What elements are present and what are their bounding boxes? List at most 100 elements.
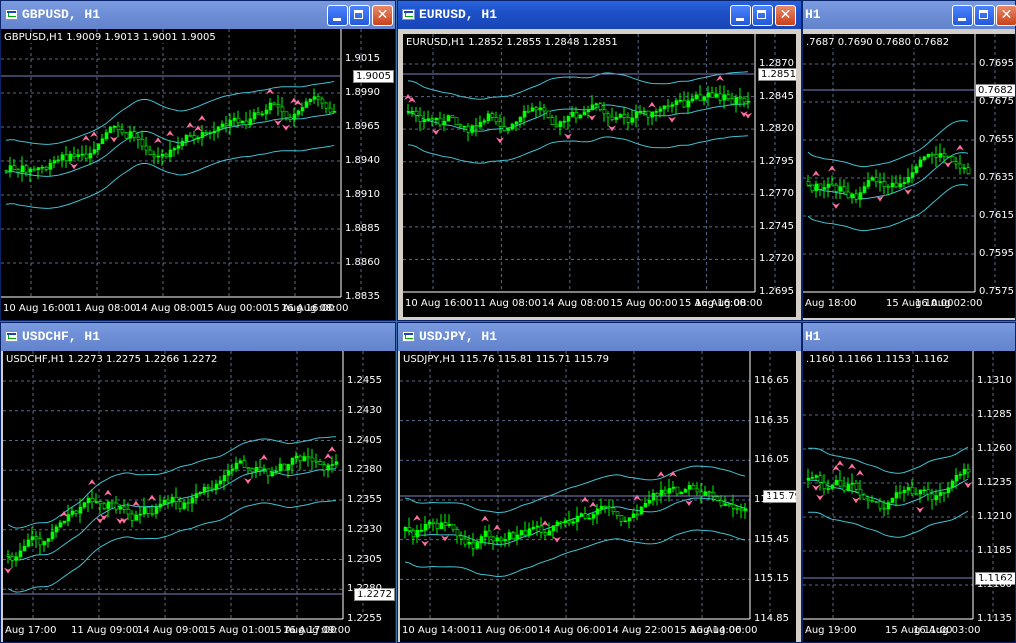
candle-body — [28, 168, 33, 173]
chart-window-usdjpy[interactable]: USDJPY, H1 USDJPY,H1 115.76 115.81 115.7… — [397, 322, 802, 643]
candle-body — [946, 155, 951, 158]
candle-body — [96, 143, 101, 150]
candle-body — [650, 111, 655, 118]
time-tick-label: 15 Aug 00:00 — [201, 303, 269, 314]
candle-body — [288, 117, 293, 120]
title-bar[interactable]: H1 ✕ — [803, 1, 1016, 29]
candle-body — [834, 480, 839, 486]
price-tick-label: 1.1160 — [977, 579, 1012, 590]
candle-body — [942, 492, 947, 494]
candle-body — [6, 554, 11, 557]
fractal-up-marker — [812, 170, 820, 177]
candle-body — [134, 514, 139, 521]
candle-body — [160, 153, 165, 157]
candle-body — [914, 166, 919, 173]
chart-plot-area[interactable]: USDJPY,H1 115.76 115.81 115.71 115.79 11… — [400, 351, 796, 642]
chart-plot-area[interactable]: USDCHF,H1 1.2273 1.2275 1.2266 1.2272 1.… — [3, 351, 395, 642]
price-tick-label: 1.2280 — [347, 583, 382, 595]
candle-body — [902, 489, 907, 493]
minimize-button[interactable] — [730, 5, 751, 26]
candle-body — [268, 102, 273, 111]
minimize-button[interactable] — [327, 5, 348, 26]
candle-body — [842, 186, 847, 193]
candle-body — [74, 510, 79, 514]
candle-body — [918, 159, 923, 167]
candles — [806, 143, 971, 208]
price-tick-label: 1.1185 — [977, 545, 1012, 556]
candle-body — [850, 193, 855, 199]
candle-body — [578, 114, 583, 119]
fractal-down-marker — [668, 116, 676, 123]
candle-body — [627, 517, 632, 522]
candle-body — [178, 501, 183, 509]
close-button[interactable]: ✕ — [775, 5, 796, 26]
chart-plot-area[interactable]: .7687 0.7690 0.7680 0.7682 0.7682 0.7695… — [803, 34, 1015, 318]
maximize-button[interactable] — [752, 5, 773, 26]
middle-bollinger-band — [7, 468, 337, 561]
candle-body — [411, 530, 416, 538]
window-title: USDCHF, H1 — [22, 329, 101, 344]
title-bar[interactable]: GBPUSD, H1 ✕ — [1, 1, 395, 29]
close-button[interactable]: ✕ — [996, 5, 1016, 26]
candle-body — [926, 153, 931, 158]
candle-body — [874, 177, 879, 183]
chart-plot-area[interactable]: GBPUSD,H1 1.9009 1.9013 1.9001 1.9005 1.… — [1, 29, 395, 320]
candle-body — [563, 520, 568, 524]
candle-body — [176, 145, 181, 149]
price-chart-svg — [803, 351, 994, 620]
minimize-button[interactable] — [952, 5, 973, 26]
fractal-down-marker — [282, 124, 290, 131]
candle-body — [946, 487, 951, 493]
chart-plot-area[interactable]: .1160 1.1166 1.1153 1.1162 1.1162 1.1310… — [803, 351, 1015, 642]
price-tick-label: 1.2795 — [759, 155, 794, 167]
candle-body — [566, 116, 571, 122]
candle-body — [494, 117, 499, 123]
candle-body — [507, 532, 512, 540]
maximize-button[interactable] — [349, 5, 370, 26]
candle-body — [122, 506, 127, 510]
candle-body — [654, 111, 659, 113]
candle-body — [154, 507, 159, 514]
price-tick-label: 1.2720 — [759, 253, 794, 265]
candle-body — [264, 109, 269, 115]
candle-body — [162, 499, 167, 505]
candle-body — [683, 489, 688, 493]
fractal-up-marker — [493, 524, 501, 531]
chart-window-partial-top-right[interactable]: H1 ✕ .7687 0.7690 0.7680 0.7682 0.7682 0… — [802, 0, 1016, 321]
maximize-button[interactable] — [974, 5, 995, 26]
title-bar[interactable]: H1 — [803, 323, 1015, 351]
candle-body — [180, 140, 185, 147]
time-tick-label: 14 Aug 08:00 — [541, 298, 610, 309]
time-tick-label: 11 Aug 08:00 — [473, 298, 541, 309]
candle-body — [266, 468, 271, 477]
chart-plot-area[interactable]: EURUSD,H1 1.2852 1.2855 1.2848 1.2851 1.… — [403, 34, 796, 317]
chart-window-eurusd[interactable]: EURUSD, H1 ✕ EURUSD,H1 1.2852 1.2855 1.2… — [397, 0, 802, 321]
candle-body — [102, 503, 107, 509]
candle-body — [298, 455, 303, 462]
candle-body — [538, 107, 543, 111]
candle-body — [312, 96, 317, 100]
title-bar[interactable]: USDJPY, H1 — [398, 323, 801, 351]
title-bar[interactable]: EURUSD, H1 ✕ — [398, 1, 801, 29]
chart-window-usdchf[interactable]: USDCHF, H1 USDCHF,H1 1.2273 1.2275 1.226… — [0, 322, 396, 643]
candle-body — [810, 477, 815, 479]
chart-window-gbpusd[interactable]: GBPUSD, H1 ✕ GBPUSD,H1 1.9009 1.9013 1.9… — [0, 0, 396, 321]
chart-window-partial-bottom-right[interactable]: H1 .1160 1.1166 1.1153 1.1162 1.1162 1.1… — [802, 322, 1016, 643]
candle-body — [462, 125, 467, 128]
title-bar[interactable]: USDCHF, H1 — [1, 323, 395, 351]
candle-body — [54, 526, 59, 533]
time-tick-label: 15 Aug 00:00 — [610, 298, 678, 309]
chart-window-icon — [5, 9, 18, 20]
price-tick-label: 1.8940 — [345, 155, 380, 166]
price-tick-label: 115.45 — [754, 533, 789, 545]
candle-body — [826, 183, 831, 188]
candle-body — [483, 530, 488, 537]
price-tick-label: 1.1285 — [977, 409, 1012, 420]
fractal-up-marker — [82, 135, 90, 142]
candle-body — [56, 159, 61, 162]
candle-body — [470, 125, 475, 133]
candle-body — [290, 457, 295, 465]
candle-body — [559, 521, 564, 524]
close-button[interactable]: ✕ — [372, 5, 393, 26]
price-tick-label: 0.7615 — [979, 210, 1014, 221]
